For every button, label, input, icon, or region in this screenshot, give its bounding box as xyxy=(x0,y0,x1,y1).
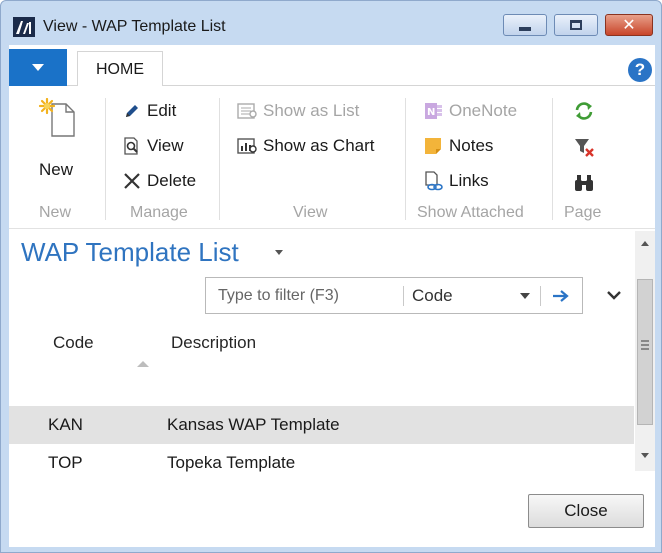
notes-label: Notes xyxy=(449,136,494,155)
group-label-manage: Manage xyxy=(130,204,188,221)
column-header-code[interactable]: Code xyxy=(53,333,94,353)
group-label-page: Page xyxy=(564,204,602,221)
group-label-view: View xyxy=(293,204,328,221)
view-label: View xyxy=(147,136,184,155)
page-title: WAP Template List xyxy=(21,237,239,267)
view-button[interactable]: View xyxy=(121,135,184,157)
scrollbar-thumb[interactable] xyxy=(637,279,653,425)
delete-label: Delete xyxy=(147,171,197,190)
show-as-chart-label: Show as Chart xyxy=(263,136,375,155)
clear-filter-icon[interactable] xyxy=(571,134,597,160)
show-as-list-button[interactable]: Show as List xyxy=(237,100,359,122)
chevron-down-icon xyxy=(32,64,44,71)
vertical-scrollbar[interactable] xyxy=(635,231,655,471)
ribbon-separator xyxy=(105,98,106,220)
client-area: HOME ? New New Edit View Delete Manage S… xyxy=(9,45,655,547)
show-as-list-label: Show as List xyxy=(263,101,360,120)
scroll-down-icon[interactable] xyxy=(641,453,649,458)
edit-label: Edit xyxy=(147,101,177,120)
cell-description: Topeka Template xyxy=(167,453,296,472)
filter-divider xyxy=(403,286,404,306)
window-frame: View - WAP Template List ✕ HOME ? New Ne… xyxy=(0,0,662,553)
cell-description: Kansas WAP Template xyxy=(167,415,340,434)
ribbon-separator xyxy=(405,98,406,220)
minimize-icon xyxy=(519,27,531,31)
onenote-icon: N xyxy=(423,100,445,122)
grip-icon xyxy=(641,340,649,350)
filter-input[interactable] xyxy=(206,278,402,313)
new-button[interactable]: New xyxy=(27,94,89,190)
filter-pane: Code xyxy=(205,277,583,314)
filter-divider xyxy=(540,286,541,306)
delete-x-icon xyxy=(121,170,143,192)
edit-button[interactable]: Edit xyxy=(121,100,176,122)
links-button[interactable]: Links xyxy=(423,170,489,192)
delete-button[interactable]: Delete xyxy=(121,170,196,192)
close-button[interactable]: Close xyxy=(528,494,644,528)
tab-home[interactable]: HOME xyxy=(77,51,163,87)
new-document-icon xyxy=(38,98,75,137)
view-document-icon xyxy=(121,135,143,157)
ribbon-tab-bar: HOME ? xyxy=(9,45,655,87)
list-view-icon xyxy=(237,100,259,122)
filter-field-select[interactable]: Code xyxy=(412,286,453,306)
app-menu-button[interactable] xyxy=(9,49,67,86)
expand-filter-chevron-icon[interactable] xyxy=(603,285,625,305)
binoculars-icon[interactable] xyxy=(571,170,597,196)
links-icon xyxy=(423,170,445,192)
table-row[interactable]: KAN Kansas WAP Template xyxy=(9,406,634,444)
notes-button[interactable]: Notes xyxy=(423,135,493,157)
onenote-label: OneNote xyxy=(449,101,518,120)
ribbon-separator xyxy=(552,98,553,220)
column-header-description[interactable]: Description xyxy=(171,333,256,353)
refresh-icon[interactable] xyxy=(571,98,597,124)
group-label-new: New xyxy=(39,204,72,221)
dynamics-nav-logo-icon xyxy=(13,17,35,37)
window-title: View - WAP Template List xyxy=(43,18,226,35)
new-button-label: New xyxy=(39,160,74,179)
chart-view-icon xyxy=(237,135,259,157)
ribbon-separator xyxy=(219,98,220,220)
apply-filter-arrow-icon[interactable] xyxy=(548,284,574,308)
maximize-button[interactable] xyxy=(554,14,598,36)
svg-text:N: N xyxy=(427,107,435,118)
window-close-button[interactable]: ✕ xyxy=(605,14,653,36)
maximize-icon xyxy=(570,20,582,30)
ribbon: New New Edit View Delete Manage Show as … xyxy=(9,86,655,229)
notes-icon xyxy=(423,135,445,157)
show-as-chart-button[interactable]: Show as Chart xyxy=(237,135,375,157)
minimize-button[interactable] xyxy=(503,14,547,36)
links-label: Links xyxy=(449,171,489,190)
cell-code: KAN xyxy=(48,415,83,434)
table-row[interactable]: TOP Topeka Template xyxy=(9,444,634,482)
onenote-button[interactable]: N OneNote xyxy=(423,100,517,122)
cell-code: TOP xyxy=(48,453,83,472)
help-icon[interactable]: ? xyxy=(628,58,652,82)
title-menu-chevron-icon[interactable] xyxy=(275,250,283,255)
close-icon: ✕ xyxy=(622,15,636,34)
sort-ascending-icon xyxy=(137,361,149,367)
group-label-show-attached: Show Attached xyxy=(417,204,524,221)
title-bar[interactable]: View - WAP Template List ✕ xyxy=(1,1,662,45)
pencil-icon xyxy=(121,100,143,122)
chevron-down-icon[interactable] xyxy=(520,293,530,299)
scroll-up-icon[interactable] xyxy=(641,241,649,246)
